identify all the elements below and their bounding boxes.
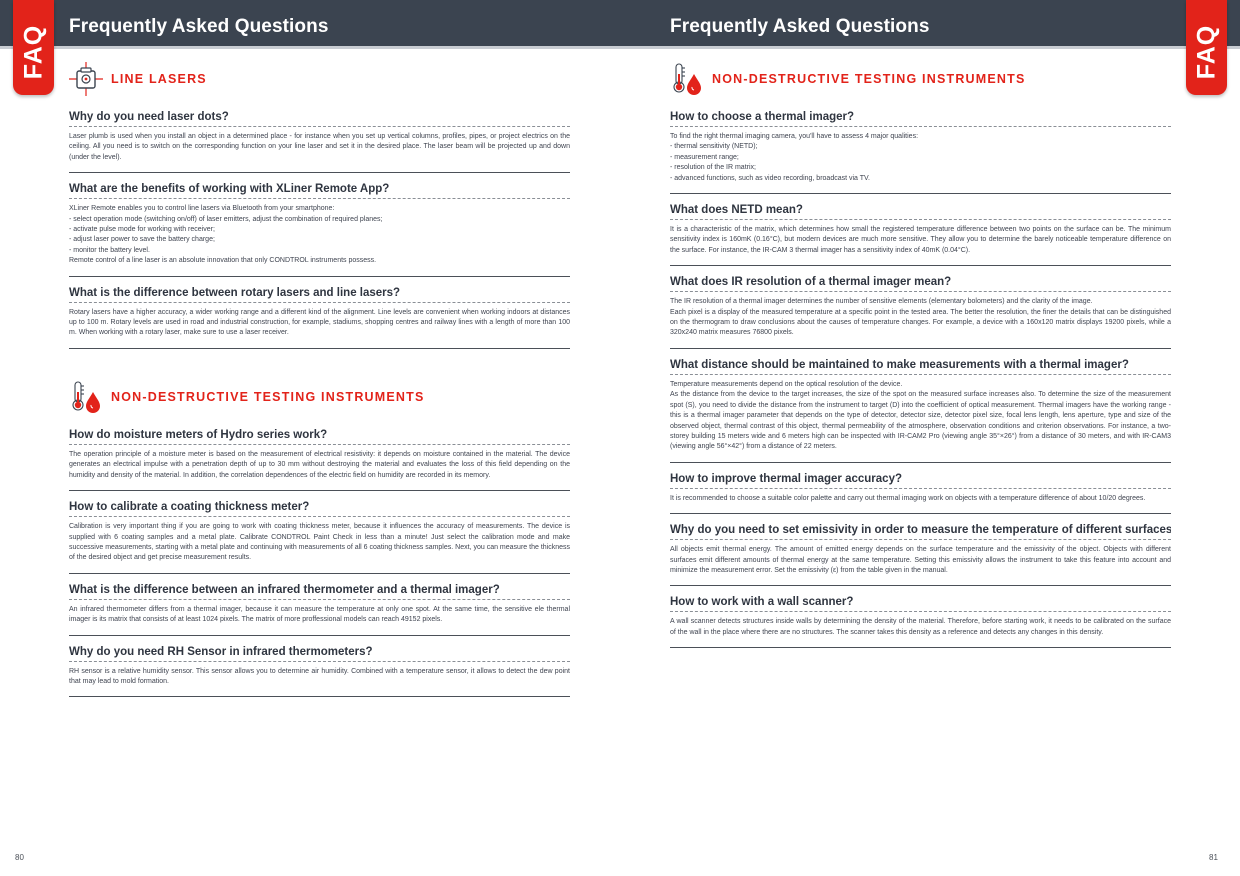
faq-answer: Calibration is very important thing if y…: [69, 522, 570, 574]
faq-question: What does NETD mean?: [670, 204, 1171, 221]
faq-answer: All objects emit thermal energy. The amo…: [670, 545, 1171, 587]
section-header: LINE LASERS: [69, 61, 570, 97]
faq-answer: A wall scanner detects structures inside…: [670, 617, 1171, 649]
page-number: 81: [1209, 853, 1218, 862]
faq-answer: RH sensor is a relative humidity sensor.…: [69, 667, 570, 698]
section-title: LINE LASERS: [111, 72, 207, 86]
right-content: NON-DESTRUCTIVE TESTING INSTRUMENTS How …: [670, 61, 1171, 658]
faq-question: How to calibrate a coating thickness met…: [69, 501, 570, 518]
faq-item: Why do you need to set emissivity in ord…: [670, 524, 1171, 587]
faq-question: How to work with a wall scanner?: [670, 596, 1171, 613]
faq-answer: It is recommended to choose a suitable c…: [670, 494, 1171, 515]
faq-answer: An infrared thermometer differs from a t…: [69, 605, 570, 636]
thermometer-drop-icon: [673, 63, 701, 95]
faq-item: Why do you need laser dots? Laser plumb …: [69, 111, 570, 174]
faq-question: What is the difference between rotary la…: [69, 287, 570, 303]
faq-item: Why do you need RH Sensor in infrared th…: [69, 646, 570, 698]
faq-question: Why do you need laser dots?: [69, 111, 570, 127]
faq-question: What are the benefits of working with XL…: [69, 183, 570, 200]
laser-level-icon: [69, 62, 103, 96]
faq-answer: Rotary lasers have a higher accuracy, a …: [69, 308, 570, 349]
section-header: NON-DESTRUCTIVE TESTING INSTRUMENTS: [670, 61, 1171, 97]
faq-item: What does NETD mean? It is a characteris…: [670, 204, 1171, 267]
faq-answer: Laser plumb is used when you install an …: [69, 132, 570, 174]
faq-tab: FAQ: [13, 0, 54, 95]
section-title: NON-DESTRUCTIVE TESTING INSTRUMENTS: [712, 72, 1026, 86]
faq-tab: FAQ: [1186, 0, 1227, 95]
faq-item: What distance should be maintained to ma…: [670, 359, 1171, 463]
faq-item: How to choose a thermal imager? To find …: [670, 111, 1171, 195]
faq-question: Why do you need to set emissivity in ord…: [670, 524, 1171, 541]
section-header: NON-DESTRUCTIVE TESTING INSTRUMENTS: [69, 379, 570, 415]
page-number: 80: [15, 853, 24, 862]
faq-item: What are the benefits of working with XL…: [69, 183, 570, 277]
faq-tab-label: FAQ: [19, 24, 47, 80]
faq-item: How do moisture meters of Hydro series w…: [69, 429, 570, 492]
faq-tab-label: FAQ: [1192, 24, 1220, 80]
faq-answer: It is a characteristic of the matrix, wh…: [670, 225, 1171, 267]
faq-question: What distance should be maintained to ma…: [670, 359, 1171, 375]
faq-answer: XLiner Remote enables you to control lin…: [69, 204, 570, 277]
faq-question: Why do you need RH Sensor in infrared th…: [69, 646, 570, 662]
left-page: FAQ Frequently Asked Questions LINE LASE…: [0, 0, 620, 876]
faq-item: How to improve thermal imager accuracy? …: [670, 473, 1171, 515]
faq-question: What is the difference between an infrar…: [69, 584, 570, 600]
faq-answer: Temperature measurements depend on the o…: [670, 380, 1171, 463]
faq-answer: The IR resolution of a thermal imager de…: [670, 297, 1171, 349]
faq-item: What is the difference between rotary la…: [69, 287, 570, 349]
faq-item: What is the difference between an infrar…: [69, 584, 570, 636]
faq-item: What does IR resolution of a thermal ima…: [670, 276, 1171, 349]
faq-answer: The operation principle of a moisture me…: [69, 450, 570, 492]
faq-item: How to calibrate a coating thickness met…: [69, 501, 570, 574]
faq-question: What does IR resolution of a thermal ima…: [670, 276, 1171, 293]
section-title: NON-DESTRUCTIVE TESTING INSTRUMENTS: [111, 389, 425, 404]
page-title: Frequently Asked Questions: [69, 16, 329, 37]
left-content: LINE LASERS Why do you need laser dots? …: [69, 61, 570, 707]
faq-question: How do moisture meters of Hydro series w…: [69, 429, 570, 445]
faq-question: How to choose a thermal imager?: [670, 111, 1171, 127]
right-page: FAQ Frequently Asked Questions NON-DESTR…: [620, 0, 1240, 876]
page-title: Frequently Asked Questions: [670, 16, 930, 37]
faq-answer: To find the right thermal imaging camera…: [670, 132, 1171, 195]
faq-question: How to improve thermal imager accuracy?: [670, 473, 1171, 489]
thermometer-drop-icon: [72, 381, 100, 413]
faq-item: How to work with a wall scanner? A wall …: [670, 596, 1171, 649]
